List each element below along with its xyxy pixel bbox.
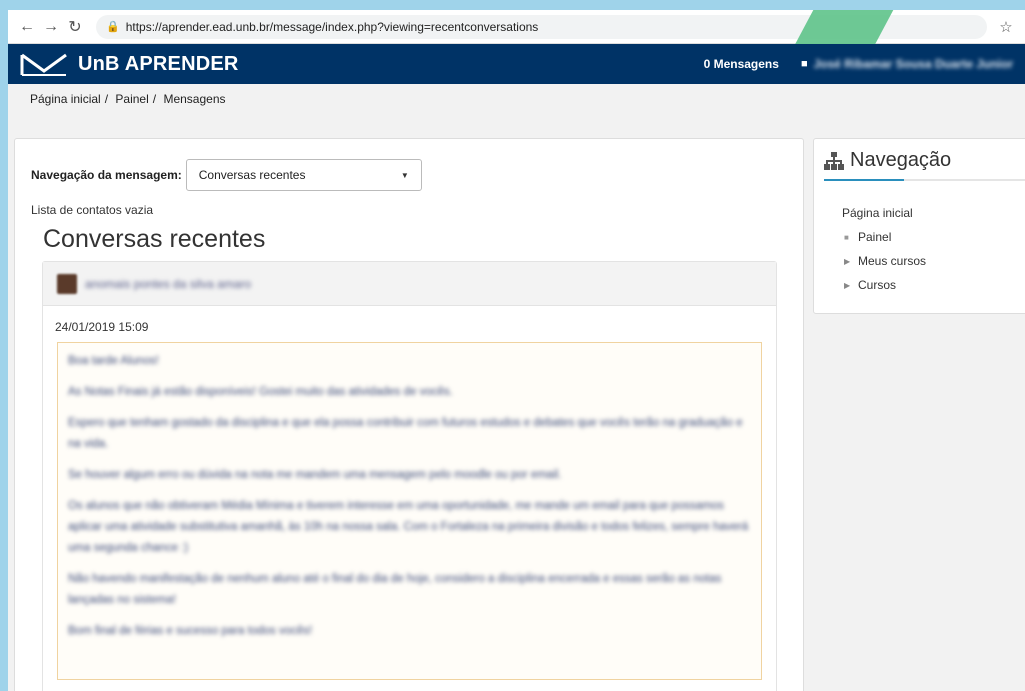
message-body: Boa tarde Alunos! As Notas Finais já est… (57, 342, 762, 680)
message-paragraph: Os alunos que não obtiveram Média Mínima… (68, 500, 749, 554)
breadcrumb-mensagens[interactable]: Mensagens (163, 92, 225, 106)
expand-triangle-icon[interactable]: ▶ (844, 281, 858, 290)
sidebar-item-label: Página inicial (842, 206, 913, 220)
select-value: Conversas recentes (198, 168, 306, 182)
navigation-list: Página inicial ■ Painel ▶ Meus cursos ▶ … (842, 201, 926, 297)
browser-window: ← → ↻ 🔒 https://aprender.ead.unb.br/mess… (8, 10, 1025, 691)
site-brand[interactable]: UnB APRENDER (78, 53, 239, 76)
breadcrumb: Página inicial / Painel / Mensagens (30, 92, 226, 106)
sidebar-item-cursos[interactable]: ▶ Cursos (842, 273, 926, 297)
message-view-select[interactable]: Conversas recentes ▼ (185, 159, 422, 191)
sidebar-item-home[interactable]: Página inicial (842, 201, 926, 225)
reload-icon[interactable]: ↻ (64, 17, 86, 37)
sidebar-item-label: Cursos (858, 278, 897, 292)
user-icon: ■ (800, 58, 808, 70)
messages-card: Navegação da mensagem: Conversas recente… (14, 138, 804, 691)
site-navbar: UnB APRENDER 0 Mensagens ■ José Ribamar … (8, 44, 1025, 84)
url-text: https://aprender.ead.unb.br/message/inde… (125, 19, 539, 34)
navigation-title: Navegação (824, 149, 951, 172)
sidebar-item-meus-cursos[interactable]: ▶ Meus cursos (842, 249, 926, 273)
expand-triangle-icon[interactable]: ▶ (844, 257, 858, 266)
message-navigation-label: Navegação da mensagem: (31, 168, 182, 182)
message-navigation: Navegação da mensagem: Conversas recente… (31, 159, 422, 191)
navigation-block: Navegação Página inicial ■ Painel ▶ Meus… (813, 138, 1025, 314)
message-paragraph: Não havendo manifestação de nenhum aluno… (68, 573, 722, 606)
avatar[interactable] (57, 273, 77, 294)
title-underline (824, 179, 1025, 181)
breadcrumb-home[interactable]: Página inicial (30, 92, 101, 106)
sidebar-item-painel[interactable]: ■ Painel (842, 225, 926, 249)
user-menu[interactable]: José Ribamar Sousa Duarte Junior (814, 57, 1013, 71)
conversation: anomais pontes da silva amaro 24/01/2019… (42, 261, 777, 691)
sitemap-icon (824, 151, 844, 170)
message-date: 24/01/2019 15:09 (55, 320, 149, 334)
message-paragraph: Boa tarde Alunos! (68, 355, 159, 367)
sender-name[interactable]: anomais pontes da silva amaro (85, 277, 251, 291)
navigation-title-text: Navegação (850, 149, 952, 171)
chevron-down-icon: ▼ (400, 170, 409, 180)
lock-icon: 🔒 (106, 21, 120, 33)
contacts-empty-text: Lista de contatos vazia (31, 203, 154, 217)
breadcrumb-painel[interactable]: Painel (115, 92, 148, 106)
message-paragraph: Bom final de férias e sucesso para todos… (68, 625, 313, 637)
sidebar-item-label: Meus cursos (858, 254, 927, 268)
sidebar-item-label: Painel (858, 230, 892, 244)
messages-link[interactable]: 0 Mensagens (704, 57, 779, 71)
unb-logo-icon[interactable] (20, 51, 68, 77)
message-paragraph: Se houver algum erro ou dúvida na nota m… (68, 469, 562, 481)
page-title: Conversas recentes (43, 225, 266, 253)
conversation-header[interactable]: anomais pontes da silva amaro (43, 262, 776, 306)
message-paragraph: Espero que tenham gostado da disciplina … (68, 417, 743, 450)
message-paragraph: As Notas Finais já estão disponíveis! Go… (68, 386, 453, 398)
bookmark-star-icon[interactable]: ☆ (995, 18, 1017, 36)
forward-icon[interactable]: → (40, 18, 62, 36)
back-icon[interactable]: ← (16, 18, 38, 36)
bullet-icon: ■ (844, 232, 849, 242)
